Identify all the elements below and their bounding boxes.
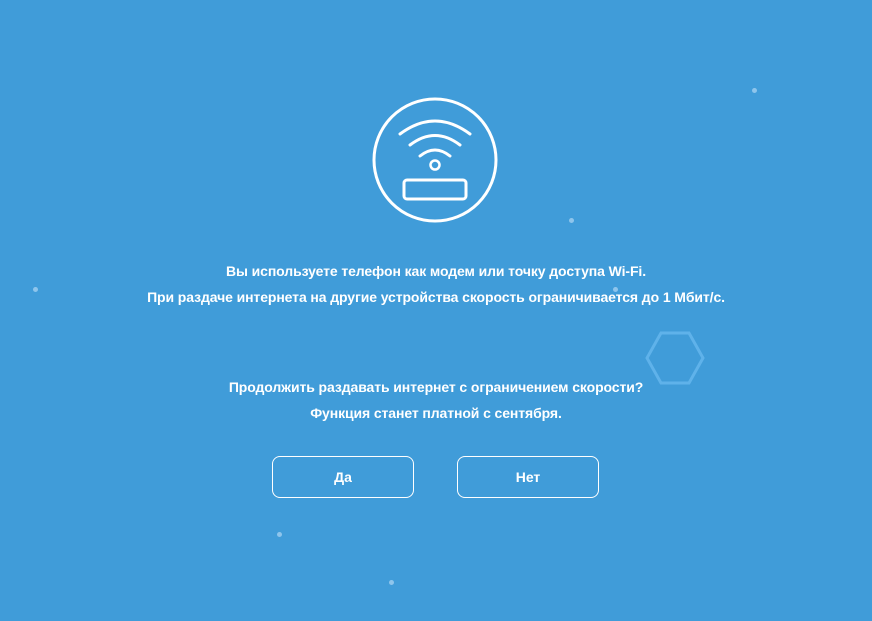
speed-limit-info: Вы используете телефон как модем или точ… [0,258,872,310]
background-dot [569,218,574,223]
question-line: Продолжить раздавать интернет с ограниче… [228,379,644,395]
background-dot [277,532,282,537]
background-dot [389,580,394,585]
question-line: Функция станет платной с сентября. [310,405,562,421]
background-dot [752,88,757,93]
router-wifi-icon [372,97,498,223]
info-line: Вы используете телефон как модем или точ… [225,263,647,279]
no-button[interactable]: Нет [457,456,599,498]
continue-question: Продолжить раздавать интернет с ограниче… [0,374,872,426]
yes-button[interactable]: Да [272,456,414,498]
info-line: При раздаче интернета на другие устройст… [147,289,725,305]
